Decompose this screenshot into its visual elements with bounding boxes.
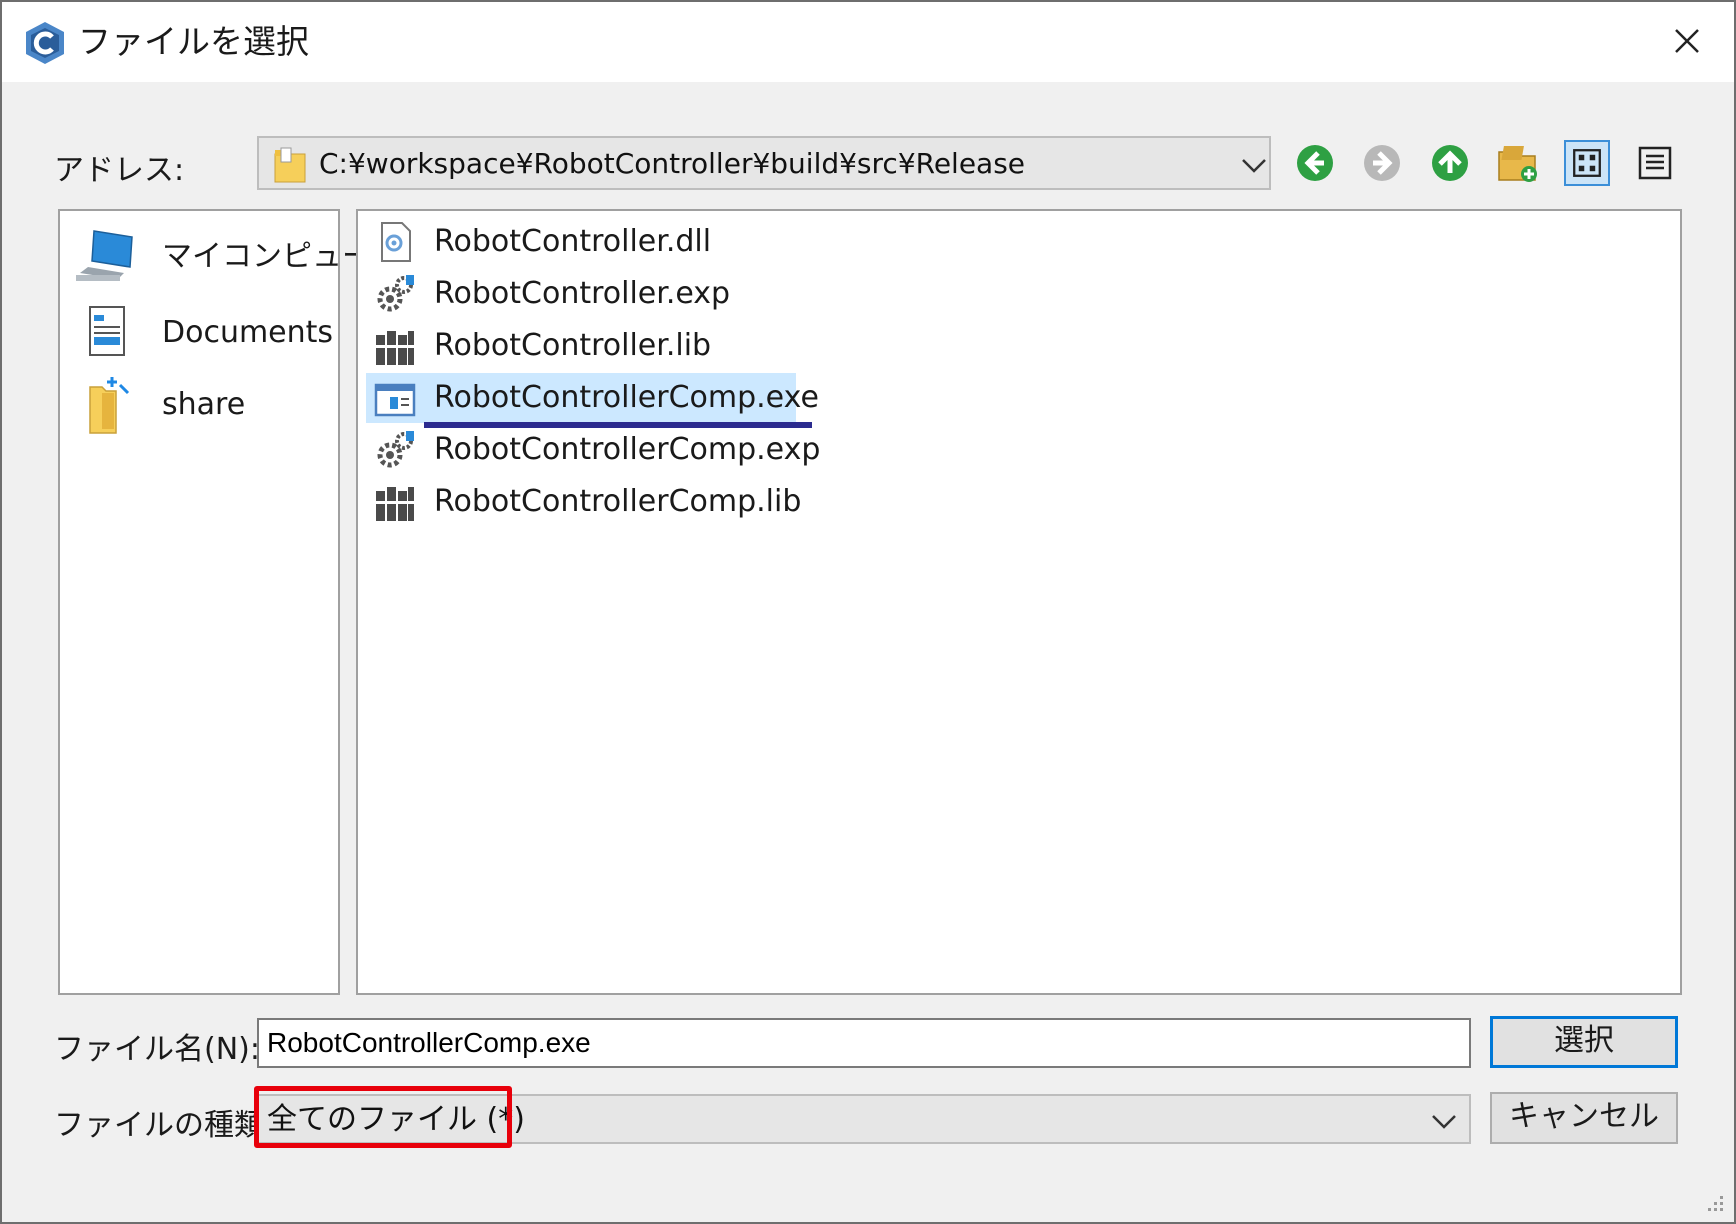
address-combobox[interactable]: C:¥workspace¥RobotController¥build¥src¥R… [257,136,1271,190]
address-path: C:¥workspace¥RobotController¥build¥src¥R… [319,147,1026,180]
annotation-highlight-box [254,1086,512,1148]
file-item-selected[interactable]: RobotControllerComp.exe [366,373,819,423]
lib-file-icon [376,331,414,365]
up-icon[interactable] [1427,140,1473,186]
icon-view-icon[interactable] [1564,140,1610,186]
exe-file-icon [374,383,416,417]
place-item-my-computer[interactable]: マイコンピュータ [72,225,402,289]
computer-icon [76,230,133,281]
place-item-share[interactable]: share [72,373,334,437]
select-button[interactable]: 選択 [1490,1016,1678,1068]
places-sidebar: マイコンピュータ Documents share [58,209,402,995]
dll-file-icon [381,222,411,262]
file-name: RobotController.lib [434,328,712,363]
forward-icon[interactable] [1359,140,1405,186]
file-name: RobotController.dll [434,224,712,259]
resize-grip-icon[interactable] [1702,1190,1726,1214]
window-title: ファイルを選択 [78,22,309,61]
folder-icon [274,147,306,183]
place-label: share [162,387,246,422]
file-select-dialog: ファイルを選択 アドレス: C:¥workspace¥RobotControll… [0,0,1736,1224]
close-icon[interactable] [1662,16,1712,66]
documents-icon [89,306,125,356]
app-logo-icon [26,22,64,64]
file-name: RobotController.exp [434,276,731,311]
place-item-documents[interactable]: Documents [72,301,334,365]
lib-file-icon [376,487,414,521]
place-label: Documents [162,315,334,350]
filetype-label: ファイルの種類: [54,1108,275,1143]
exp-file-icon [377,431,414,468]
back-icon[interactable] [1292,140,1338,186]
new-folder-icon[interactable] [1495,140,1541,186]
exp-file-icon [377,275,414,312]
filename-input[interactable] [257,1018,1471,1068]
file-list: RobotController.dll RobotController.exp … [356,209,1682,995]
file-name: RobotControllerComp.exe [434,380,819,415]
file-name: RobotControllerComp.exp [434,432,821,467]
filename-label: ファイル名(N): [54,1032,260,1067]
title-bar: ファイルを選択 [2,2,1734,82]
chevron-down-icon[interactable] [1429,1112,1459,1132]
address-label: アドレス: [54,153,185,188]
chevron-down-icon[interactable] [1239,156,1269,176]
file-name: RobotControllerComp.lib [434,484,802,519]
cancel-button[interactable]: キャンセル [1490,1092,1678,1144]
list-view-icon[interactable] [1632,140,1678,186]
shared-folder-icon [89,377,130,434]
annotation-underline [424,422,812,428]
